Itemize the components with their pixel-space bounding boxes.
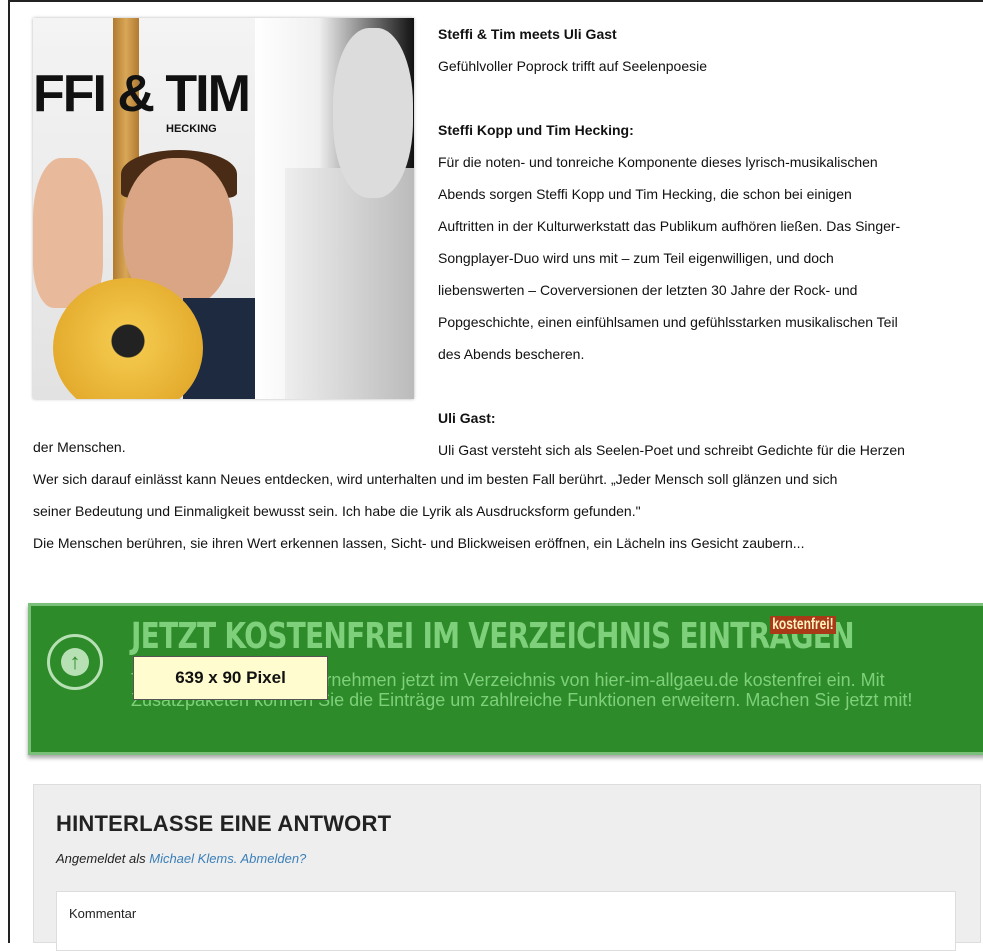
banner-badge: kostenfrei! <box>770 616 836 634</box>
paragraph-line: Auftritten in der Kulturwerkstatt das Pu… <box>438 218 901 234</box>
paragraph-line: der Menschen. <box>33 439 126 455</box>
comment-field[interactable]: Kommentar <box>56 891 956 951</box>
arrow-up-circle-icon: ↑ <box>47 634 103 690</box>
image-subtitle: HECKING <box>166 123 217 135</box>
paragraph-line: liebenswerten – Coverversionen der letzt… <box>438 282 858 298</box>
banner-size-tooltip: 639 x 90 Pixel <box>133 656 328 700</box>
paragraph-line: Wer sich darauf einlässt kann Neues entd… <box>33 471 838 487</box>
article-image: FFI & TIM HECKING <box>33 18 414 399</box>
article-text: Steffi & Tim meets Uli Gast Gefühlvoller… <box>438 18 978 466</box>
paragraph-line: Für die noten- und tonreiche Komponente … <box>438 154 878 170</box>
paragraph-line: Abends sorgen Steffi Kopp und Tim Heckin… <box>438 186 852 202</box>
paragraph-line: Popgeschichte, einen einfühlsamen und ge… <box>438 314 898 330</box>
person-uli <box>285 168 414 399</box>
section-heading-uli: Uli Gast: <box>438 410 496 426</box>
paragraph-line: Songplayer-Duo wird uns mit – zum Teil e… <box>438 250 834 266</box>
article-text-full-width: der Menschen. Wer sich darauf einlässt k… <box>33 432 973 560</box>
comment-label: Kommentar <box>69 906 137 921</box>
logout-link[interactable]: Abmelden? <box>241 851 307 866</box>
paragraph-line: seiner Bedeutung und Einmaligkeit bewuss… <box>33 503 641 519</box>
logged-in-info: Angemeldet als Michael Klems. Abmelden? <box>56 851 306 866</box>
logged-in-prefix: Angemeldet als <box>56 851 150 866</box>
reply-title: HINTERLASSE EINE ANTWORT <box>56 811 392 836</box>
paragraph-line: des Abends bescheren. <box>438 346 585 362</box>
user-profile-link[interactable]: Michael Klems. <box>149 851 237 866</box>
article-heading: Steffi & Tim meets Uli Gast <box>438 26 617 42</box>
person-uli-face <box>333 28 413 198</box>
section-heading-steffi-tim: Steffi Kopp und Tim Hecking: <box>438 122 634 138</box>
image-title: FFI & TIM <box>33 65 251 123</box>
article-tagline: Gefühlvoller Poprock trifft auf Seelenpo… <box>438 58 708 74</box>
reply-section: HINTERLASSE EINE ANTWORT Angemeldet als … <box>33 784 981 951</box>
banner-title: JETZT KOSTENFREI IM VERZEICHNIS EINTRAGE… <box>131 616 855 657</box>
paragraph-line: Die Menschen berühren, sie ihren Wert er… <box>33 535 805 551</box>
